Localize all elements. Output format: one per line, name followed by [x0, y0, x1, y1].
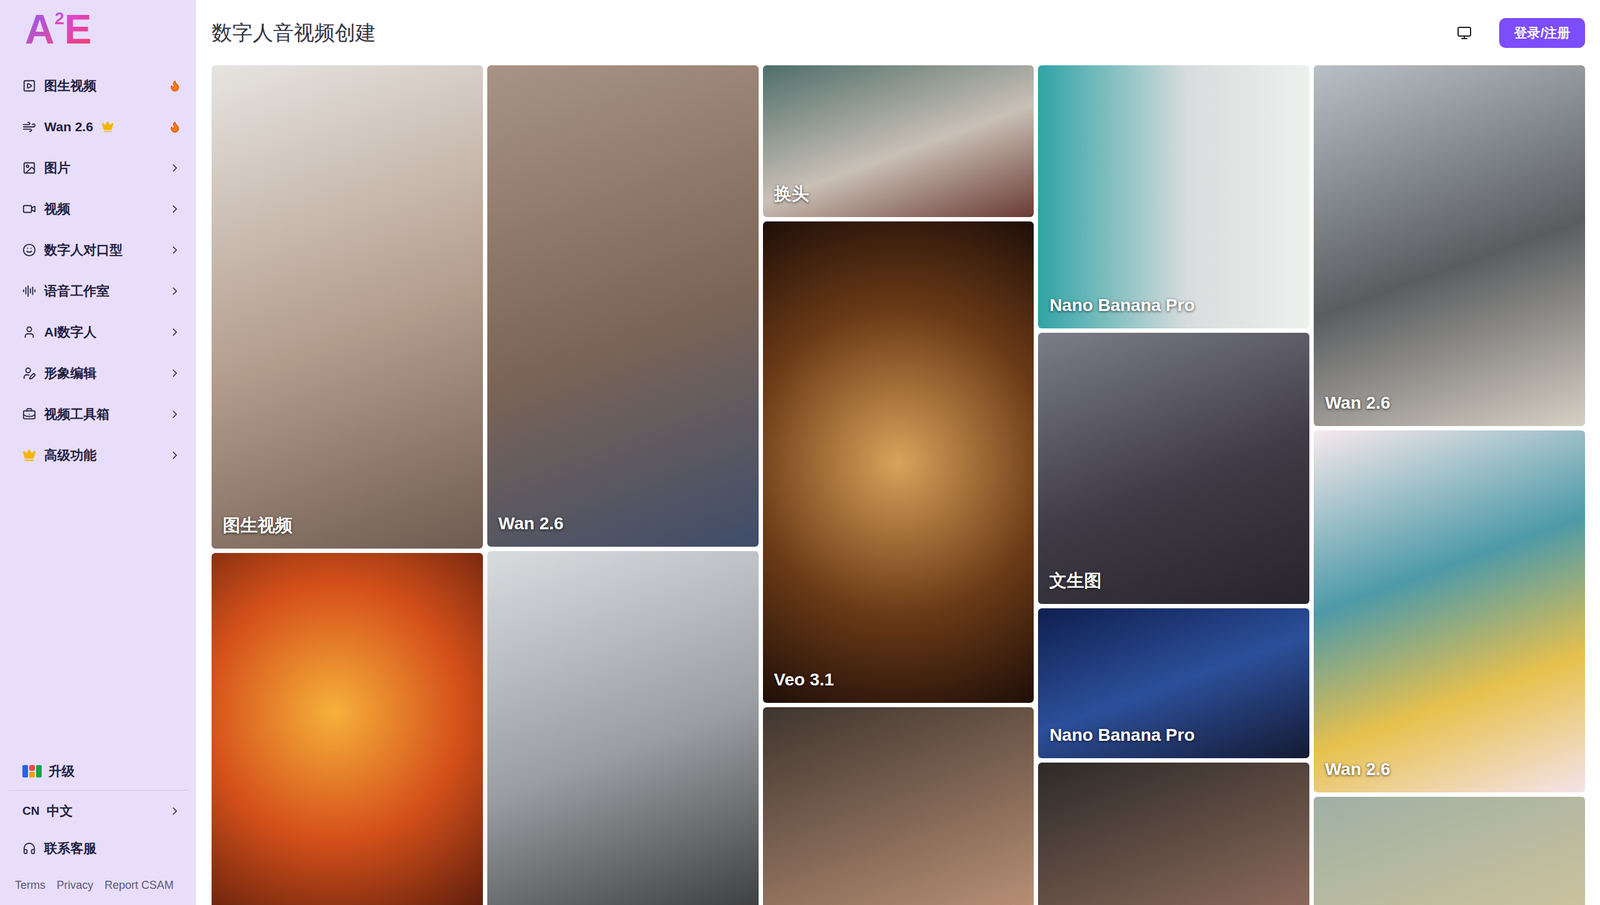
- card-label: 图生视频: [222, 512, 293, 539]
- sidebar-menu: 图生视频 Wan 2.6 图片视频数字人对口型语音工作室 AI数字人形象编辑视频工具箱…: [0, 65, 197, 477]
- gallery-column: 图生视频: [211, 65, 483, 905]
- header: 数字人音视频创建 登录/注册: [196, 0, 1600, 66]
- crown-icon: [22, 448, 37, 463]
- upgrade-icon: [22, 764, 43, 780]
- gallery-card[interactable]: [1038, 762, 1310, 905]
- app: A2E 图生视频 Wan 2.6 图片视频数字人对口型语音工作室 AI数字人形象编辑视频…: [0, 0, 1600, 905]
- footer-link[interactable]: Privacy: [56, 877, 94, 895]
- chevron-right-icon: [168, 326, 182, 339]
- flame-icon: [168, 79, 182, 93]
- sidebar-item-label: 图生视频: [44, 75, 97, 96]
- gallery-column: Wan 2.6: [487, 65, 759, 905]
- gallery-card[interactable]: 文生图: [1038, 332, 1310, 605]
- sidebar-item[interactable]: 形象编辑: [0, 352, 197, 394]
- gallery-card[interactable]: [487, 551, 759, 905]
- sidebar-item-label: Wan 2.6: [44, 116, 94, 137]
- footer-link[interactable]: Terms: [14, 877, 46, 895]
- gallery-card[interactable]: [1313, 797, 1586, 905]
- divider: [8, 790, 188, 791]
- page-title: 数字人音视频创建: [211, 17, 376, 49]
- gallery-card[interactable]: Wan 2.6: [1313, 65, 1586, 427]
- card-label: 文生图: [1049, 568, 1102, 595]
- chevron-right-icon: [168, 367, 182, 380]
- gallery: 图生视频Wan 2.6换头Veo 3.1Nano Banana Pro文生图Na…: [196, 65, 1600, 905]
- sidebar-item[interactable]: 高级功能: [0, 435, 197, 477]
- sidebar-item[interactable]: 语音工作室: [0, 270, 197, 312]
- footer-links: Terms Privacy Report CSAM: [0, 865, 197, 905]
- sidebar-item-label: 形象编辑: [44, 363, 97, 384]
- footer-link[interactable]: Report CSAM: [104, 877, 174, 895]
- main-content: 数字人音视频创建 登录/注册图生视频 Wan 2.6 换头 Veo 3.1 Nano Ba…: [196, 0, 1600, 905]
- sidebar-item[interactable]: 图生视频: [0, 65, 197, 107]
- logo[interactable]: A2E: [0, 0, 197, 66]
- flame-icon: [168, 120, 182, 134]
- sidebar: A2E 图生视频 Wan 2.6 图片视频数字人对口型语音工作室 AI数字人形象编辑视频…: [0, 0, 197, 905]
- menu-icon: [22, 407, 37, 422]
- sidebar-item[interactable]: 图片: [0, 147, 197, 189]
- sidebar-item-label: 高级功能: [44, 445, 97, 466]
- gallery-card[interactable]: [211, 553, 483, 905]
- gallery-card[interactable]: Wan 2.6: [1313, 430, 1586, 793]
- chevron-right-icon: [168, 408, 182, 421]
- card-label: 换头: [774, 181, 810, 208]
- sidebar-item[interactable]: Wan 2.6: [0, 106, 197, 148]
- gallery-card[interactable]: Nano Banana Pro: [1038, 608, 1310, 759]
- sidebar-item-label: 视频: [44, 199, 71, 220]
- card-label: Wan 2.6: [1324, 756, 1391, 783]
- gallery-column: Nano Banana Pro 文生图 Nano Banana Pro: [1038, 65, 1310, 905]
- card-label: Wan 2.6: [1324, 390, 1391, 417]
- headphones-icon: [22, 842, 37, 856]
- monitor-icon[interactable]: [1456, 25, 1472, 41]
- menu-icon: [22, 243, 37, 258]
- gallery-card[interactable]: [762, 707, 1035, 905]
- gallery-column: 换头 Veo 3.1: [762, 65, 1035, 905]
- chevron-right-icon: [168, 161, 182, 175]
- sidebar-item-label: 视频工具箱: [44, 404, 110, 425]
- sidebar-item-label: AI数字人: [44, 322, 97, 343]
- menu-icon: [22, 79, 37, 93]
- menu-icon: [22, 284, 37, 299]
- sidebar-item-label: 数字人对口型: [44, 240, 123, 261]
- support-link[interactable]: 联系客服: [0, 832, 197, 866]
- gallery-card[interactable]: 图生视频: [211, 65, 483, 549]
- menu-icon: [22, 366, 37, 381]
- login-button[interactable]: 登录/注册: [1499, 18, 1586, 48]
- sidebar-item-label: 语音工作室: [44, 281, 110, 302]
- card-label: Nano Banana Pro: [1049, 292, 1195, 319]
- card-label: Veo 3.1: [774, 667, 835, 694]
- upgrade-button[interactable]: 升级: [0, 753, 197, 791]
- chevron-right-icon: [168, 243, 182, 257]
- sidebar-item[interactable]: 数字人对口型: [0, 229, 197, 271]
- language-selector[interactable]: CN中文: [0, 790, 197, 833]
- crown-icon: [101, 120, 114, 134]
- chevron-right-icon: [168, 285, 182, 298]
- gallery-card[interactable]: 换头: [762, 65, 1035, 218]
- card-label: Wan 2.6: [498, 510, 564, 538]
- menu-icon: [22, 202, 37, 216]
- chevron-right-icon: [168, 449, 182, 462]
- gallery-card[interactable]: Nano Banana Pro: [1038, 65, 1310, 329]
- gallery-column: Wan 2.6 Wan 2.6: [1313, 65, 1586, 905]
- sidebar-item-label: 图片: [44, 158, 71, 178]
- sidebar-item[interactable]: AI数字人: [0, 311, 197, 353]
- sidebar-item[interactable]: 视频工具箱: [0, 393, 197, 436]
- chevron-right-icon: [168, 805, 182, 818]
- gallery-card[interactable]: Wan 2.6: [487, 65, 759, 548]
- menu-icon: [22, 120, 37, 134]
- card-label: Nano Banana Pro: [1049, 722, 1195, 749]
- sidebar-item[interactable]: 视频: [0, 188, 197, 230]
- menu-icon: [22, 325, 37, 340]
- chevron-right-icon: [168, 202, 182, 216]
- menu-icon: [22, 161, 37, 175]
- gallery-card[interactable]: Veo 3.1: [762, 221, 1035, 704]
